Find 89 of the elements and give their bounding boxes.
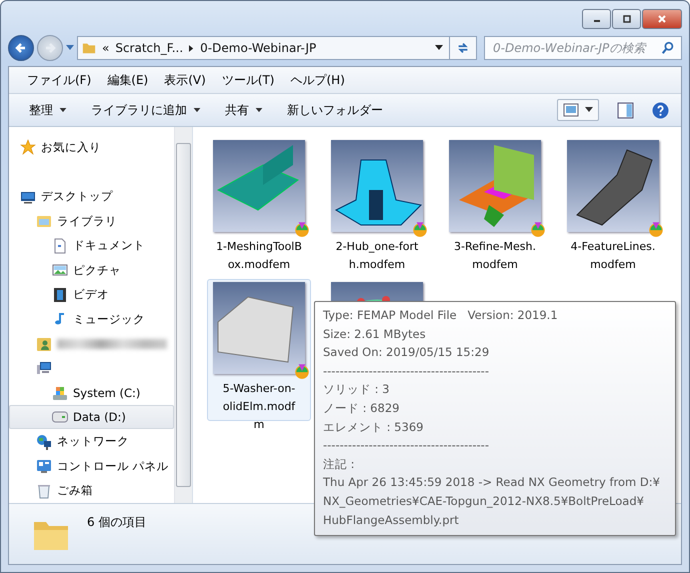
close-icon	[657, 14, 667, 24]
maximize-button[interactable]	[612, 9, 641, 29]
document-icon	[52, 238, 68, 254]
star-icon	[20, 139, 36, 156]
tooltip-line: ----------------------------------------	[323, 362, 490, 380]
breadcrumb[interactable]: «	[102, 41, 110, 55]
colorful-ball-icon	[411, 220, 429, 238]
file-tile[interactable]: 2-Hub_one-fort h.modfem	[325, 137, 429, 279]
toolbar-button[interactable]: 新しいフォルダー	[279, 98, 391, 122]
file-tile[interactable]: 3-Refine-Mesh. modfem	[443, 137, 547, 279]
nav-item[interactable]: ごみ箱	[9, 478, 174, 503]
video-icon	[52, 286, 68, 303]
breadcrumb[interactable]: 0-Demo-Webinar-JP	[200, 41, 316, 55]
folder-icon	[82, 41, 96, 55]
toolbar-button[interactable]: 整理	[21, 98, 75, 122]
file-name: modfem	[472, 257, 518, 273]
refresh-icon	[456, 41, 470, 55]
picture-icon	[563, 103, 579, 117]
nav-item[interactable]: デスクトップ	[9, 184, 174, 209]
file-name: olidElm.modf	[222, 399, 296, 415]
file-name: modfem	[590, 257, 636, 273]
file-name: 1-MeshingToolB	[216, 239, 302, 255]
caret-icon	[435, 45, 443, 51]
picture-icon	[52, 262, 68, 278]
caret-icon	[66, 45, 74, 51]
view-button[interactable]	[557, 99, 599, 121]
maximize-icon	[622, 14, 632, 24]
chevron-icon	[189, 44, 194, 52]
toolbar-button[interactable]: 共有	[217, 98, 271, 122]
nav-item[interactable]: Data (D:)	[9, 404, 174, 430]
file-name: 2-Hub_one-fort	[336, 239, 418, 255]
nav-item[interactable]: System (C:)	[9, 380, 174, 405]
colorful-ball-icon	[529, 220, 547, 238]
recycle-icon	[36, 482, 52, 499]
menu-item[interactable]: ツール(T)	[222, 72, 274, 88]
tooltip-line: ノード : 6829	[323, 400, 400, 417]
menu-item[interactable]: 表示(V)	[164, 72, 206, 88]
tooltip-line: Saved On: 2019/05/15 15:29	[323, 344, 490, 362]
library-icon	[36, 213, 52, 230]
toolbar-button[interactable]: ライブラリに追加	[83, 98, 209, 122]
nav-item[interactable]: ビデオ	[9, 282, 174, 307]
nav-item[interactable]: ドキュメント	[9, 233, 174, 258]
item-count: 6 個の項目	[87, 514, 146, 531]
search-icon	[661, 41, 675, 55]
control-icon	[36, 458, 52, 474]
drive-icon	[52, 384, 68, 401]
menu-item[interactable]: ファイル(F)	[27, 72, 92, 88]
file-name: 4-FeatureLines.	[570, 239, 656, 255]
file-tile[interactable]: 4-FeatureLines. modfem	[561, 137, 665, 279]
colorful-ball-icon	[293, 220, 311, 238]
colorful-ball-icon	[293, 362, 311, 380]
drive-icon	[52, 409, 68, 426]
user-icon	[36, 336, 52, 352]
file-name: m	[254, 417, 264, 433]
nav-item[interactable]: ライブラリ	[9, 208, 174, 234]
tooltip-line: NX_Geometries¥CAE-Topgun_2012-NX8.5¥BoltPreLoad¥	[323, 492, 645, 510]
preview-pane-icon[interactable]	[617, 102, 634, 118]
network-icon	[36, 434, 52, 450]
search-field[interactable]: 0-Demo-Webinar-JPの検索	[484, 36, 682, 60]
back-button[interactable]	[8, 35, 34, 61]
tooltip-line: Thu Apr 26 13:45:59 2018 -> Read NX Geometry from D:¥	[323, 474, 661, 492]
tooltip-line: 注記 :	[323, 456, 356, 473]
scrollbar[interactable]	[174, 127, 192, 503]
tooltip-line: Size: 2.61 MBytes	[323, 326, 427, 343]
file-tile[interactable]: 1-MeshingToolB ox.modfem	[207, 137, 311, 279]
menu-item[interactable]: ヘルプ(H)	[290, 72, 345, 88]
caret-icon	[585, 107, 593, 113]
file-name: ox.modfem	[228, 257, 290, 273]
nav-item[interactable]: お気に入り	[9, 135, 174, 160]
nav-item[interactable]: ミュージック	[9, 306, 174, 332]
help-icon[interactable]	[652, 102, 669, 118]
computer-icon	[36, 360, 52, 376]
breadcrumb[interactable]: Scratch_F...	[115, 41, 184, 55]
file-name: h.modfem	[348, 257, 406, 273]
nav-item[interactable]: コントロール パネル	[9, 454, 174, 478]
minimize-button[interactable]	[582, 9, 611, 29]
close-button[interactable]	[642, 9, 682, 29]
tooltip-line: ソリッド : 3	[323, 381, 391, 398]
file-name: 5-Washer-on-	[222, 381, 296, 397]
nav-item[interactable]: ピクチャ	[9, 258, 174, 282]
nav-item[interactable]: ネットワーク	[9, 429, 174, 454]
tooltip-line: Type: FEMAP Model File Version: 2019.1	[323, 307, 559, 324]
tooltip-line: HubFlangeAssembly.prt	[323, 512, 460, 529]
tooltip-line: エレメント : 5369	[323, 418, 424, 436]
menu-item[interactable]: 編集(E)	[107, 72, 148, 88]
colorful-ball-icon	[647, 220, 665, 238]
file-name: 3-Refine-Mesh.	[454, 239, 536, 255]
tooltip-line: ----------------------------------------	[323, 437, 490, 454]
address-bar[interactable]: « Scratch_F... 0-Demo-Webinar-JP	[77, 36, 477, 60]
